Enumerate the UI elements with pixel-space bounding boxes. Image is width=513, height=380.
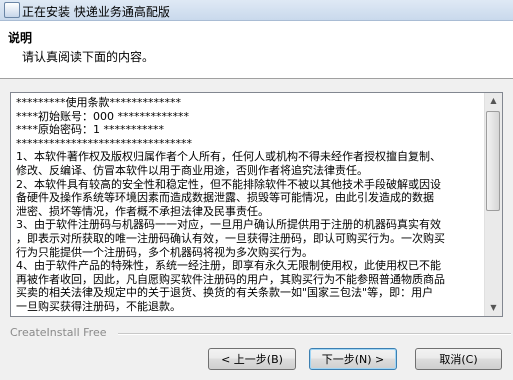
title-bar: 正在安装 快递业务通高配版 [0,0,513,21]
scroll-up-arrow-icon[interactable]: ▲ [485,93,502,109]
license-line: 再被作者收回，因此，凡自愿购买软件注册码的用户，其购买行为不能参照普通物质商品 [16,272,445,286]
license-line: ****初始账号：000 ************* [16,109,189,123]
license-line: 行为只能提供一个注册码，多个机器码将视为多次购买行为。 [16,245,313,259]
page-title: 说明 [8,31,33,45]
window-title: 正在安装 快递业务通高配版 [22,5,170,19]
license-line: 2、本软件具有较高的安全性和稳定性，但不能排除软件不被以其他技术手段破解或因设 [16,177,441,191]
license-line: ****原始密码：1 *********** [16,123,164,137]
license-line: 买卖的相关法律及规定中的关于退货、换货的有关条款一如"国家三包法"等，即：用户 [16,286,434,300]
installer-icon [4,2,20,18]
license-line: 4、由于软件产品的特殊性，系统一经注册，即享有永久无限制使用权，此使用权已不能 [16,259,441,273]
license-line: 修改、反编译、仿冒本软件以用于商业用途，否则作者将追究法律责任。 [16,163,368,177]
license-line: ******************************** [16,136,192,150]
brand-label: CreateInstall Free [10,326,107,339]
license-line: *********使用条款************* [16,96,181,109]
header-panel: 说明 请认真阅读下面的内容。 [0,21,513,79]
license-line: 泄密、损坏等情况，作者概不承担法律及民事责任。 [16,204,269,218]
license-line: 一旦购买获得注册码，不能退款。 [16,299,181,313]
back-button[interactable]: < 上一步(B) [208,348,296,370]
vertical-scrollbar[interactable]: ▲ ▼ [484,93,502,316]
page-subtitle: 请认真阅读下面的内容。 [22,50,155,64]
scroll-down-arrow-icon[interactable]: ▼ [485,300,502,316]
license-textbox[interactable]: *********使用条款************* ****初始账号：000 … [10,92,503,317]
license-line: ，即表示对所获取的唯一注册码确认有效，一旦获得注册码，即认可购买行为。一次购买 [16,231,445,245]
license-line: 备硬件及操作系统等环境因素而造成数据泄露、损毁等可能情况，由此引发造成的数据 [16,191,434,205]
license-line: 3、由于软件注册码与机器码一一对应，一旦用户确认所提供用于注册的机器码真实有效 [16,218,441,232]
next-button[interactable]: 下一步(N) > [309,348,397,370]
scrollbar-thumb[interactable] [486,111,500,211]
cancel-button[interactable]: 取消(C) [415,348,502,370]
license-line: 1、本软件著作权及版权归属作者个人所有，任何人或机构不得未经作者授权擅自复制、 [16,150,441,164]
license-text: *********使用条款************* ****初始账号：000 … [16,96,482,314]
separator [118,333,511,335]
